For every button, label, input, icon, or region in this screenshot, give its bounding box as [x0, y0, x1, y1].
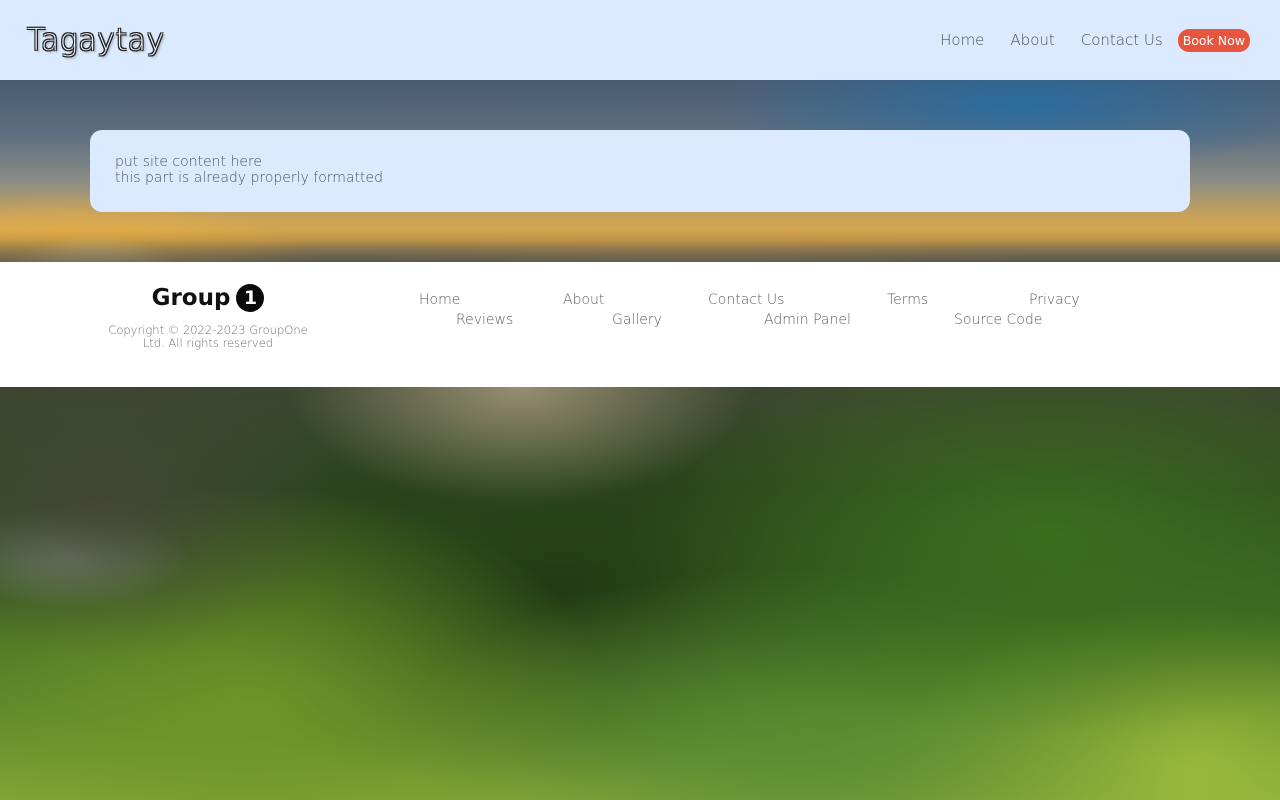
footer-link-contact[interactable]: Contact Us	[708, 292, 784, 308]
footer-link-about[interactable]: About	[563, 292, 604, 308]
footer-link-reviews[interactable]: Reviews	[456, 312, 513, 328]
site-footer: Group 1 Copyright © 2022-2023 GroupOne L…	[0, 262, 1280, 387]
footer-link-gallery[interactable]: Gallery	[612, 312, 662, 328]
hero-banner: put site content here this part is alrea…	[0, 80, 1280, 262]
footer-link-admin-panel[interactable]: Admin Panel	[764, 312, 851, 328]
footer-links: Home About Contact Us Terms Privacy Revi…	[0, 262, 1280, 387]
footer-link-terms[interactable]: Terms	[887, 292, 928, 308]
site-logo[interactable]: Tagaytay	[27, 22, 165, 57]
book-now-button[interactable]: Book Now	[1177, 28, 1250, 52]
footer-link-source-code[interactable]: Source Code	[954, 312, 1042, 328]
content-line: this part is already properly formatted	[115, 170, 384, 186]
main-nav: Home About Contact Us Book Now	[940, 28, 1250, 52]
content-card: put site content here this part is alrea…	[90, 130, 1190, 212]
nav-about-link[interactable]: About	[1010, 31, 1054, 49]
content-line: put site content here	[115, 154, 263, 170]
footer-link-home[interactable]: Home	[419, 292, 460, 308]
footer-link-privacy[interactable]: Privacy	[1029, 292, 1080, 308]
nav-contact-link[interactable]: Contact Us	[1081, 31, 1163, 49]
site-header: Tagaytay Home About Contact Us Book Now	[0, 0, 1280, 80]
nav-home-link[interactable]: Home	[940, 31, 984, 49]
forest-background-image	[0, 387, 1280, 800]
